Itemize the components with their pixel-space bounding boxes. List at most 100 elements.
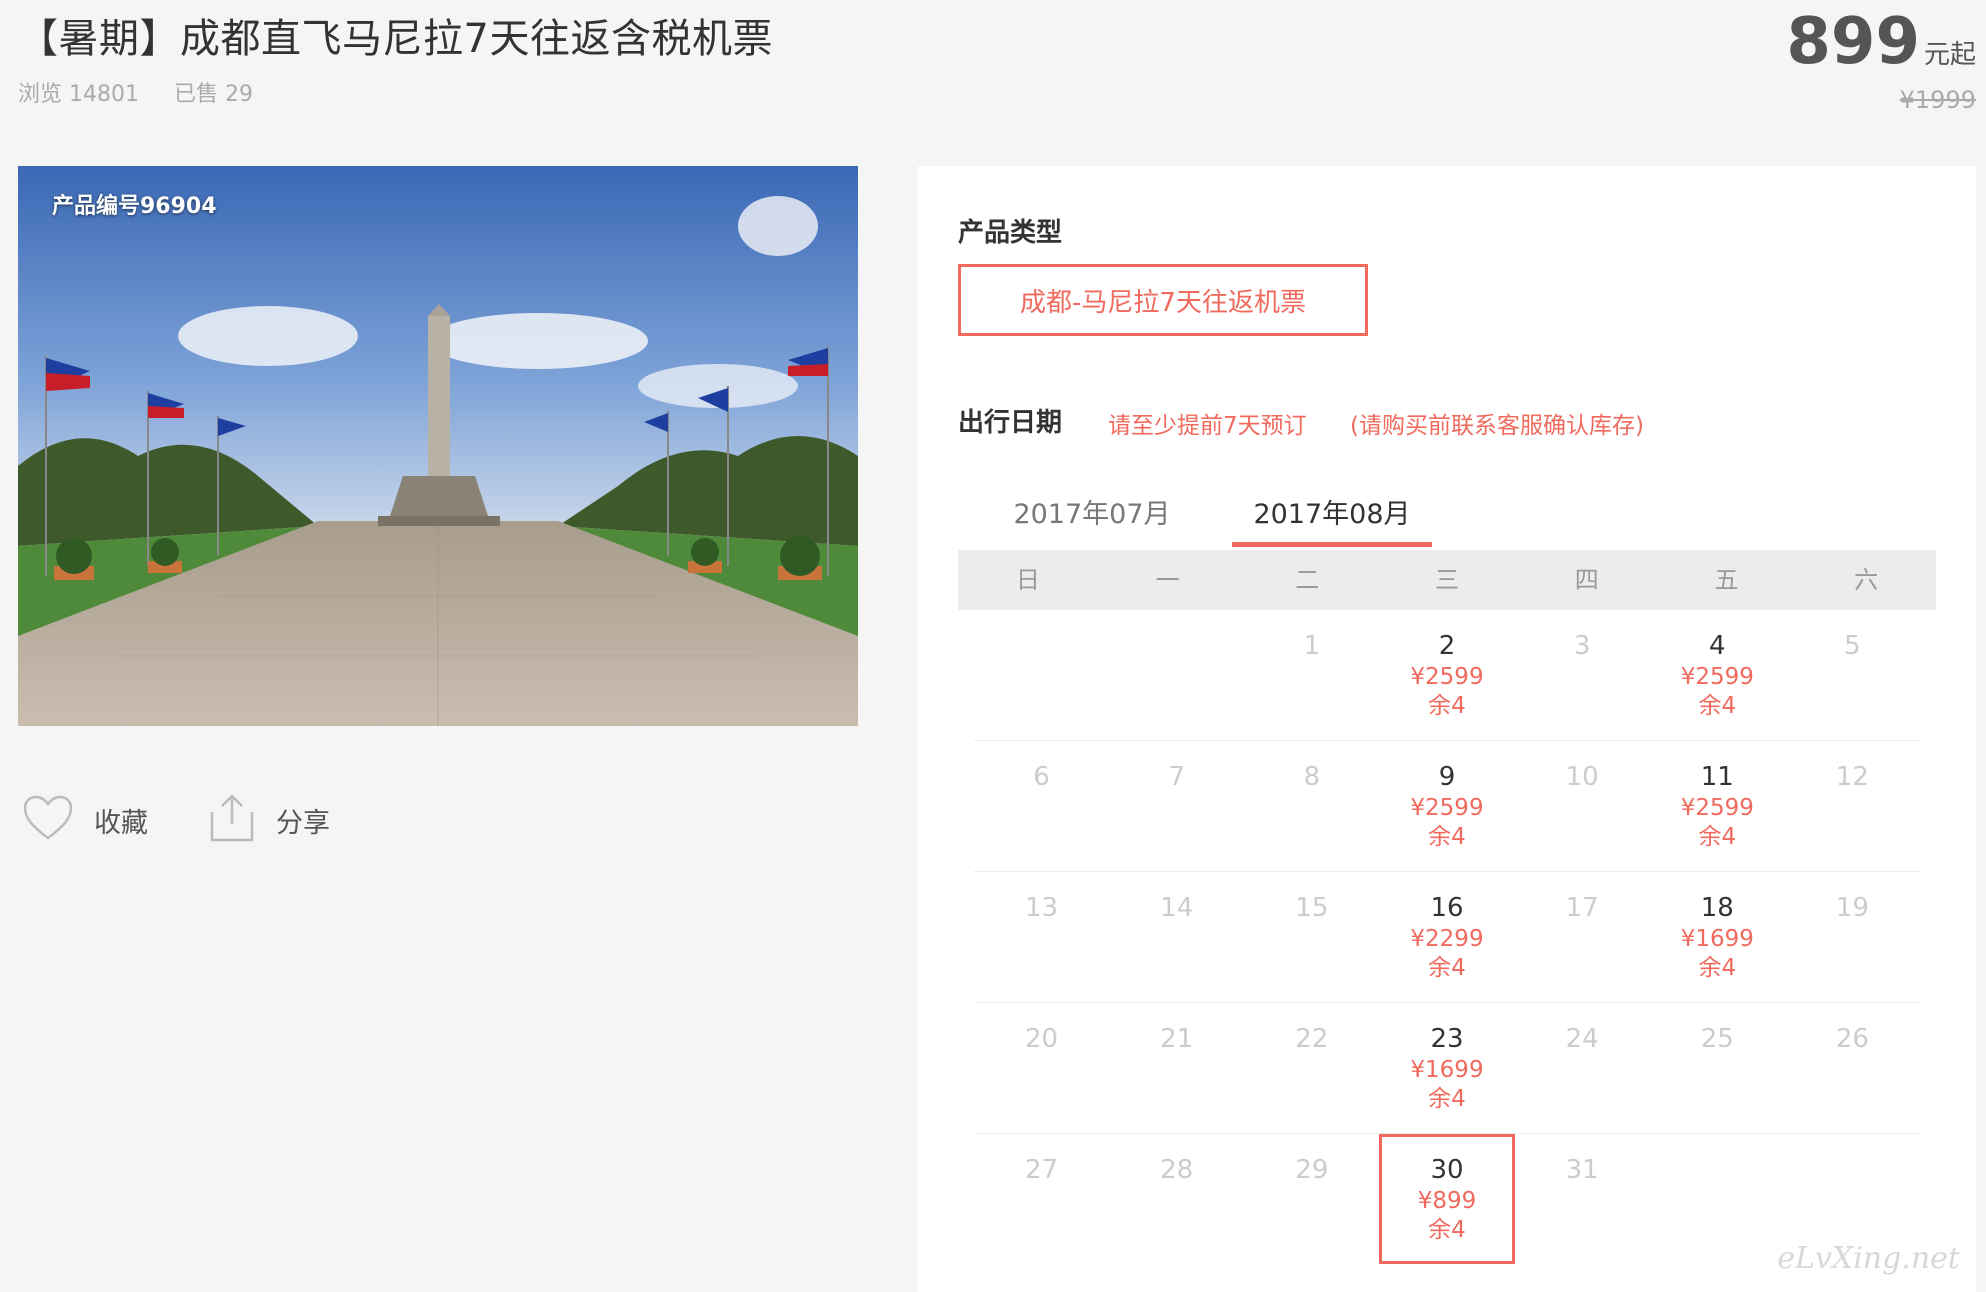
day-stock: 余4: [1428, 824, 1466, 850]
calendar-grid: 1 2 ¥2599 余4 3 4 ¥2599 余4 5 6 7 8 9 ¥2599 余4 10 11 ¥2599 余…: [958, 610, 1936, 1264]
day-stock: 余4: [1698, 824, 1737, 850]
day-stock: 余4: [1428, 955, 1466, 981]
favorite-button[interactable]: 收藏: [22, 794, 148, 846]
calendar-day-6: 6: [974, 741, 1109, 871]
day-number: 2: [1438, 631, 1456, 661]
calendar-day-5: 5: [1785, 610, 1920, 740]
day-number: [974, 630, 1109, 662]
day-stock: 余4: [1698, 955, 1737, 981]
price-unit: 元起: [1923, 40, 1976, 70]
calendar-day-14: 14: [1109, 872, 1244, 1002]
calendar-day-20: 20: [974, 1003, 1109, 1133]
weekday-sat: 六: [1854, 566, 1879, 594]
day-number: 14: [1160, 893, 1194, 923]
day-number: 6: [1033, 762, 1050, 792]
action-bar: 收藏 分享: [22, 792, 390, 848]
rizal-park-image: [18, 166, 858, 726]
calendar-week: 6 7 8 9 ¥2599 余4 10 11 ¥2599 余4 12: [974, 741, 1920, 872]
tab-2017-07[interactable]: 2017年07月: [992, 492, 1192, 531]
calendar-day-18[interactable]: 18 ¥1699 余4: [1650, 872, 1785, 1002]
current-price: 899 元起: [1786, 6, 1976, 78]
day-number: 26: [1835, 1024, 1869, 1054]
day-price: ¥2599: [1680, 664, 1754, 690]
day-number: [1109, 630, 1244, 662]
day-number: 24: [1565, 1024, 1599, 1054]
calendar-day-4[interactable]: 4 ¥2599 余4: [1650, 610, 1785, 740]
day-stock: 余4: [1698, 693, 1737, 719]
calendar-day-21: 21: [1109, 1003, 1244, 1133]
product-type-label: 产品类型: [958, 218, 1063, 248]
calendar-day-9[interactable]: 9 ¥2599 余4: [1379, 741, 1514, 871]
day-number: 8: [1303, 762, 1321, 792]
day-number: 31: [1565, 1155, 1599, 1185]
sold-count: 已售 29: [173, 82, 253, 107]
calendar-week: 1 2 ¥2599 余4 3 4 ¥2599 余4 5: [974, 610, 1920, 741]
price-amount: 899: [1786, 5, 1920, 79]
weekday-sun: 日: [1015, 566, 1040, 594]
calendar-day-15: 15: [1244, 872, 1379, 1002]
calendar-week: 20 21 22 23 ¥1699 余4 24 25 26: [974, 1003, 1920, 1134]
day-number: 7: [1168, 762, 1185, 792]
calendar-day-8: 8: [1244, 741, 1379, 871]
calendar-day-29: 29: [1244, 1134, 1379, 1264]
calendar-day-22: 22: [1244, 1003, 1379, 1133]
day-number: 19: [1835, 893, 1869, 923]
calendar-day-30[interactable]: 30 ¥899 余4: [1379, 1134, 1515, 1264]
day-stock: 余4: [1428, 693, 1466, 719]
calendar-day-27: 27: [974, 1134, 1109, 1264]
calendar-day-empty: [974, 610, 1109, 740]
day-price: ¥1699: [1680, 926, 1754, 952]
calendar-day-23[interactable]: 23 ¥1699 余4: [1379, 1003, 1514, 1133]
calendar-day-7: 7: [1109, 741, 1244, 871]
day-number: 9: [1438, 762, 1456, 792]
day-price: ¥2299: [1410, 926, 1484, 952]
share-label: 分享: [276, 807, 330, 839]
share-button[interactable]: 分享: [208, 792, 330, 848]
day-number: 18: [1700, 893, 1734, 923]
price-block: 899 元起 ¥1999: [1786, 6, 1976, 114]
calendar-day-13: 13: [974, 872, 1109, 1002]
calendar-day-16[interactable]: 16 ¥2299 余4: [1379, 872, 1514, 1002]
calendar-day-1: 1: [1244, 610, 1379, 740]
calendar-day-19: 19: [1785, 872, 1920, 1002]
calendar-day-31: 31: [1515, 1134, 1650, 1264]
calendar-day-26: 26: [1785, 1003, 1920, 1133]
calendar-day-12: 12: [1785, 741, 1920, 871]
original-price: ¥1999: [1899, 86, 1976, 114]
favorite-label: 收藏: [94, 807, 148, 839]
day-number: 28: [1160, 1155, 1194, 1185]
day-number: 3: [1573, 631, 1591, 661]
day-number: 10: [1565, 762, 1599, 792]
day-number: [1785, 1154, 1920, 1186]
calendar-day-25: 25: [1650, 1003, 1785, 1133]
weekday-mon: 一: [1155, 566, 1180, 594]
day-number: 16: [1430, 893, 1464, 923]
stock-confirm-note: (请购买前联系客服确认库存): [1350, 413, 1644, 439]
weekday-wed: 三: [1435, 566, 1460, 594]
tab-2017-08[interactable]: 2017年08月: [1232, 492, 1432, 531]
day-number: 12: [1835, 762, 1869, 792]
watermark: eLvXing.net: [1777, 1241, 1960, 1276]
day-number: 4: [1709, 631, 1726, 661]
day-number: 17: [1565, 893, 1599, 923]
product-stats: 浏览 14801 已售 29: [18, 76, 281, 108]
calendar-day-2[interactable]: 2 ¥2599 余4: [1379, 610, 1514, 740]
calendar-day-empty: [1109, 610, 1244, 740]
calendar-day-10: 10: [1515, 741, 1650, 871]
product-code: 产品编号96904: [52, 194, 217, 219]
day-stock: 余4: [1428, 1217, 1466, 1243]
day-price: ¥1699: [1410, 1057, 1484, 1083]
calendar-week: 13 14 15 16 ¥2299 余4 17 18 ¥1699 余4 19: [974, 872, 1920, 1003]
calendar-day-11[interactable]: 11 ¥2599 余4: [1650, 741, 1785, 871]
product-type-option[interactable]: 成都-马尼拉7天往返机票: [958, 264, 1368, 336]
travel-date-label: 出行日期: [958, 408, 1063, 438]
advance-booking-note: 请至少提前7天预订: [1108, 413, 1307, 439]
share-icon: [208, 792, 256, 848]
calendar-day-24: 24: [1515, 1003, 1650, 1133]
weekday-tue: 二: [1295, 566, 1320, 594]
day-price: ¥2599: [1410, 795, 1484, 821]
heart-icon: [22, 794, 74, 846]
day-price: ¥2599: [1680, 795, 1754, 821]
day-number: 25: [1700, 1024, 1734, 1054]
day-number: 15: [1295, 893, 1329, 923]
